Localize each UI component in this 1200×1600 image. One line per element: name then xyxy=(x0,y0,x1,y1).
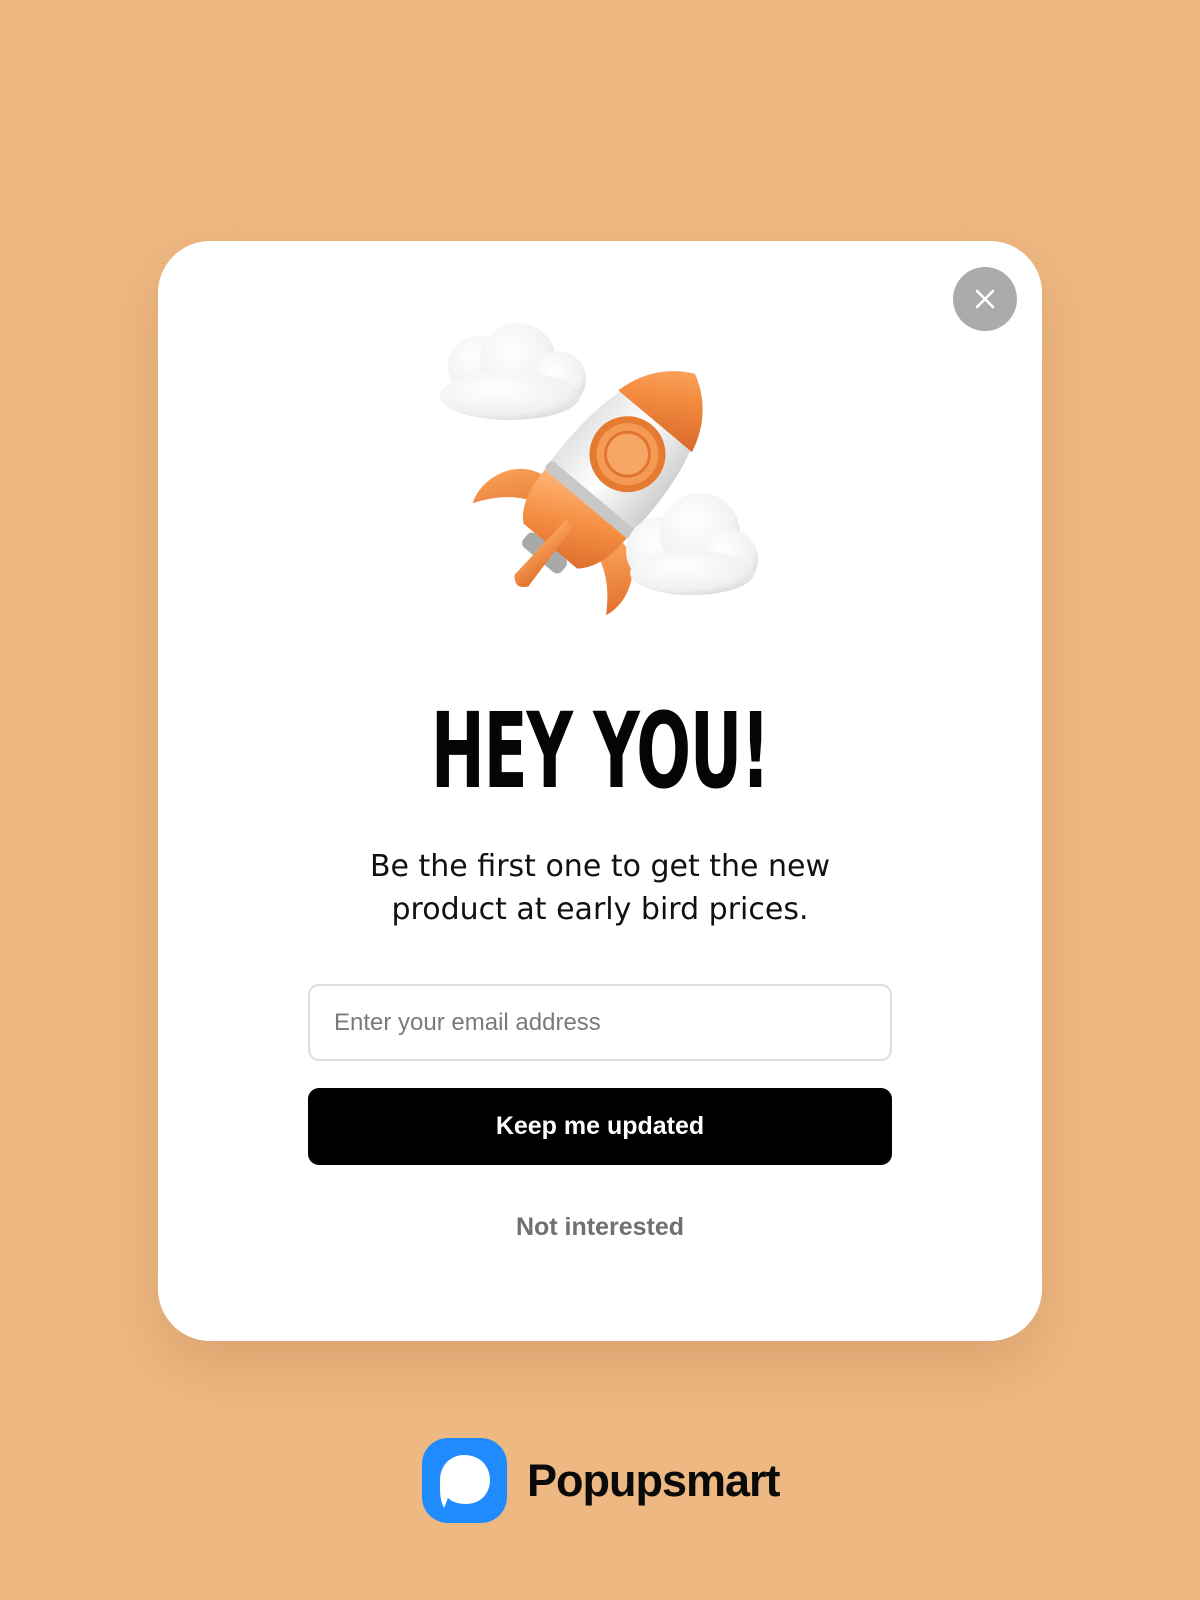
close-button[interactable] xyxy=(953,267,1017,331)
rocket-illustration xyxy=(430,321,770,631)
close-icon xyxy=(975,289,995,309)
popupsmart-logo-icon xyxy=(422,1438,507,1523)
popup-headline: HEY YOU! xyxy=(430,690,770,812)
brand-footer: Popupsmart xyxy=(422,1438,781,1523)
popup-subtitle: Be the first one to get the new product … xyxy=(369,849,831,927)
keep-me-updated-button[interactable]: Keep me updated xyxy=(308,1088,892,1165)
not-interested-link[interactable]: Not interested xyxy=(158,1213,1042,1242)
brand-name: Popupsmart xyxy=(527,1454,781,1506)
popup-modal: HEY YOU! Be the first one to get the new… xyxy=(158,241,1042,1341)
cloud-back-shape xyxy=(440,323,586,420)
email-input[interactable] xyxy=(308,984,892,1061)
